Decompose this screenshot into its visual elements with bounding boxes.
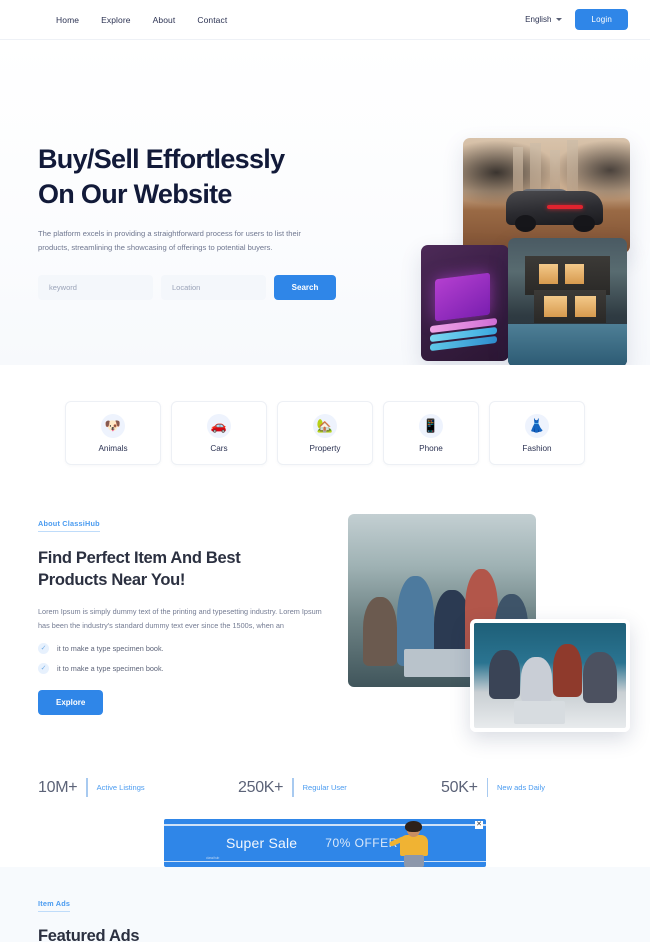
- about-title-line2: Products Near You!: [38, 571, 186, 590]
- car-photo: [463, 138, 630, 253]
- stat-active-listings: 10M+ Active Listings: [38, 778, 238, 797]
- search-keyword-input[interactable]: [38, 274, 153, 300]
- stat-label: Active Listings: [96, 783, 145, 792]
- hero-search-form: Search: [38, 274, 368, 300]
- house-photo: [508, 238, 627, 365]
- featured-title: Featured Ads: [38, 927, 140, 942]
- stat-value: 10M+: [38, 778, 78, 796]
- hero-copy: Buy/Sell Effortlessly On Our Website The…: [38, 142, 368, 300]
- navbar-right: English Login: [525, 9, 628, 30]
- dog-icon: 🐶: [101, 413, 125, 438]
- banner-model-photo: [388, 821, 438, 867]
- close-icon[interactable]: ✕: [475, 821, 483, 829]
- stat-divider: [292, 778, 294, 797]
- phone-icon: 📱: [419, 413, 443, 438]
- category-label-property: Property: [309, 443, 341, 453]
- list-item: ✓ it to make a type specimen book.: [38, 663, 338, 675]
- featured-ads-section: Item Ads Featured Ads All Animals Cars P…: [0, 867, 650, 942]
- list-item: ✓ it to make a type specimen book.: [38, 643, 338, 655]
- language-label: English: [525, 15, 552, 24]
- hero-image-collage: [410, 40, 650, 365]
- featured-eyebrow: Item Ads: [38, 899, 71, 912]
- house-icon: 🏡: [313, 413, 337, 438]
- check-label: it to make a type specimen book.: [57, 664, 164, 674]
- about-copy: About ClassiHub Find Perfect Item And Be…: [38, 513, 338, 716]
- category-cards: 🐶 Animals 🚗 Cars 🏡 Property 📱 Phone 👗 Fa…: [0, 365, 650, 505]
- banner-title: Super Sale: [226, 835, 298, 851]
- stat-label: New ads Daily: [497, 783, 545, 792]
- car-icon: 🚗: [207, 413, 231, 438]
- nav-link-about[interactable]: About: [153, 15, 176, 25]
- navbar: Home Explore About Contact English Login: [0, 0, 650, 40]
- category-label-phone: Phone: [419, 443, 443, 453]
- login-button[interactable]: Login: [575, 9, 628, 30]
- about-title: Find Perfect Item And Best Products Near…: [38, 547, 338, 592]
- banner-offer: 70% OFFER: [325, 836, 398, 850]
- category-card-animals[interactable]: 🐶 Animals: [65, 401, 161, 465]
- team-meeting-photo: [470, 619, 630, 732]
- search-button[interactable]: Search: [274, 274, 336, 300]
- category-card-cars[interactable]: 🚗 Cars: [171, 401, 267, 465]
- hero-section: Buy/Sell Effortlessly On Our Website The…: [0, 40, 650, 365]
- category-card-property[interactable]: 🏡 Property: [277, 401, 373, 465]
- about-body: Lorem Ipsum is simply dummy text of the …: [38, 606, 322, 631]
- hero-title-line2: On Our Website: [38, 178, 232, 209]
- about-image-collage: [342, 509, 632, 739]
- stat-new-ads-daily: 50K+ New ads Daily: [441, 778, 545, 797]
- fashion-icon: 👗: [525, 413, 549, 438]
- nav-link-explore[interactable]: Explore: [101, 15, 131, 25]
- hero-title: Buy/Sell Effortlessly On Our Website: [38, 142, 368, 212]
- about-title-line1: Find Perfect Item And Best: [38, 549, 241, 567]
- stat-value: 50K+: [441, 778, 478, 796]
- explore-button[interactable]: Explore: [38, 690, 104, 716]
- check-icon: ✓: [38, 663, 49, 675]
- stat-divider: [86, 778, 88, 797]
- stats-row: 10M+ Active Listings 250K+ Regular User …: [0, 760, 650, 797]
- hero-title-line1: Buy/Sell Effortlessly: [38, 144, 285, 174]
- about-check-list: ✓ it to make a type specimen book. ✓ it …: [38, 643, 338, 675]
- promo-banner[interactable]: Super Sale 70% OFFER classihub ✕: [164, 819, 486, 867]
- stat-divider: [486, 778, 489, 797]
- nav-links: Home Explore About Contact: [56, 15, 227, 25]
- chevron-down-icon: [556, 18, 563, 21]
- category-label-cars: Cars: [210, 443, 228, 453]
- stat-label: Regular User: [302, 783, 347, 792]
- stat-value: 250K+: [238, 778, 284, 796]
- about-eyebrow: About ClassiHub: [38, 519, 100, 532]
- promo-banner-wrapper: Super Sale 70% OFFER classihub ✕: [0, 797, 650, 867]
- nav-link-home[interactable]: Home: [56, 15, 79, 25]
- check-label: it to make a type specimen book.: [57, 644, 164, 654]
- nav-link-contact[interactable]: Contact: [197, 15, 227, 25]
- laptop-photo: [421, 245, 509, 361]
- category-label-animals: Animals: [98, 443, 128, 453]
- search-location-input[interactable]: [161, 274, 266, 300]
- category-label-fashion: Fashion: [522, 443, 552, 453]
- stat-regular-user: 250K+ Regular User: [238, 778, 441, 797]
- language-selector[interactable]: English: [525, 15, 563, 24]
- about-section: About ClassiHub Find Perfect Item And Be…: [0, 505, 650, 760]
- hero-subtitle: The platform excels in providing a strai…: [38, 228, 301, 252]
- banner-fineprint: classihub: [206, 856, 220, 860]
- category-card-phone[interactable]: 📱 Phone: [383, 401, 479, 465]
- check-icon: ✓: [38, 643, 49, 655]
- category-card-fashion[interactable]: 👗 Fashion: [489, 401, 585, 465]
